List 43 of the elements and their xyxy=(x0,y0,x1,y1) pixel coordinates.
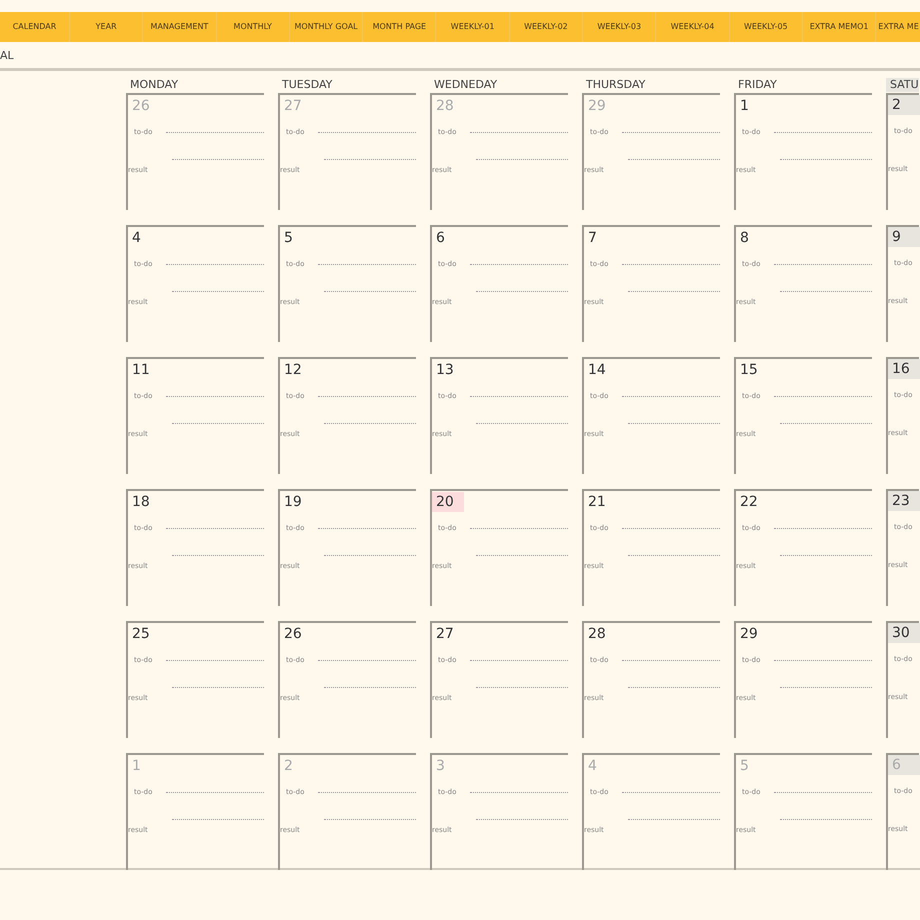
date-number: 4 xyxy=(587,757,598,776)
date-number: 5 xyxy=(283,229,294,248)
date-number: 12 xyxy=(283,361,303,380)
date-number: 21 xyxy=(587,493,607,512)
date-number: 1 xyxy=(739,97,750,116)
date-number: 11 xyxy=(131,361,151,380)
date-number: 18 xyxy=(131,493,151,512)
page-title: AL xyxy=(0,48,14,62)
date-number: 5 xyxy=(739,757,750,776)
date-number: 8 xyxy=(739,229,750,248)
date-number: 29 xyxy=(587,97,607,116)
weekday-label: FRIDAY xyxy=(737,78,777,92)
date-number: 28 xyxy=(435,97,455,116)
date-number: 28 xyxy=(587,625,607,644)
weekday-label: SATU xyxy=(886,78,919,92)
weekday-label: MONDAY xyxy=(129,78,178,92)
date-number: 6 xyxy=(888,755,920,775)
date-number: 3 xyxy=(435,757,446,776)
weekday-label: TUESDAY xyxy=(281,78,332,92)
weekday-label: WEDNEDAY xyxy=(433,78,498,92)
date-number: 27 xyxy=(283,97,303,116)
date-number: 4 xyxy=(131,229,142,248)
date-number: 22 xyxy=(739,493,759,512)
date-number: 26 xyxy=(283,625,303,644)
date-number: 2 xyxy=(888,95,920,115)
date-number: 25 xyxy=(131,625,151,644)
date-number: 6 xyxy=(435,229,446,248)
date-number: 29 xyxy=(739,625,759,644)
date-number: 14 xyxy=(587,361,607,380)
date-number: 26 xyxy=(131,97,151,116)
date-number: 2 xyxy=(283,757,294,776)
date-number: 19 xyxy=(283,493,303,512)
date-number: 20 xyxy=(432,492,464,512)
weekday-label: THURSDAY xyxy=(585,78,646,92)
date-number: 30 xyxy=(888,623,920,643)
date-number: 27 xyxy=(435,625,455,644)
date-number: 13 xyxy=(435,361,455,380)
date-number: 1 xyxy=(131,757,142,776)
date-number: 16 xyxy=(888,359,920,379)
date-number: 15 xyxy=(739,361,759,380)
date-number: 9 xyxy=(888,227,920,247)
date-number: 23 xyxy=(888,491,920,511)
date-number: 7 xyxy=(587,229,598,248)
